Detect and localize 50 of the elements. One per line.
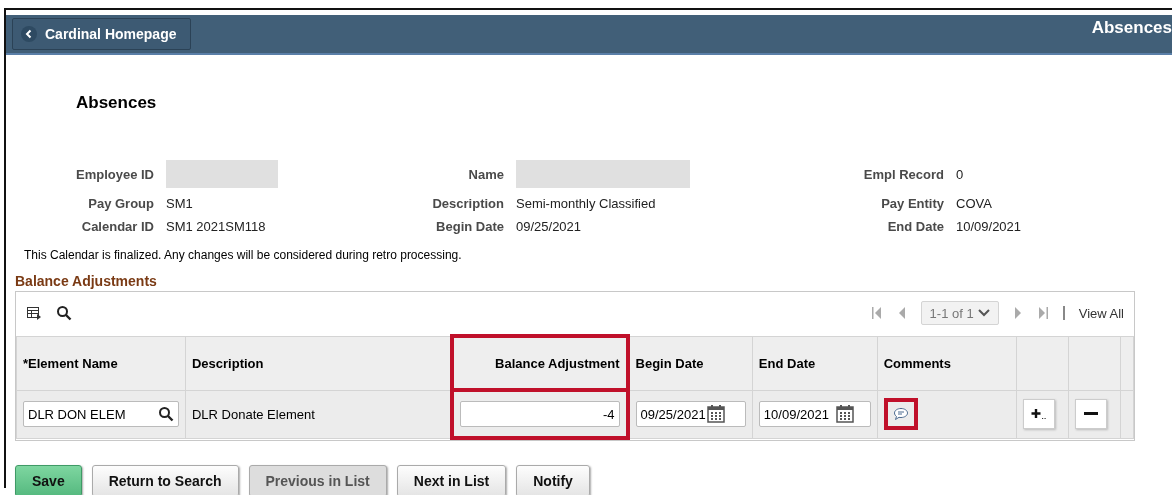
back-button[interactable]: Cardinal Homepage bbox=[12, 18, 192, 50]
action-button[interactable]: Notify bbox=[516, 465, 590, 495]
field-value: SM1 2021SM118 bbox=[166, 219, 266, 234]
field-value: SM1 bbox=[166, 196, 193, 211]
balance-adjustment-field[interactable]: -4 bbox=[459, 401, 620, 427]
action-button[interactable]: Return to Search bbox=[91, 465, 239, 495]
field-label: Employee ID bbox=[74, 166, 155, 182]
minus-icon bbox=[1084, 412, 1098, 416]
action-button[interactable]: Next in List bbox=[396, 465, 507, 495]
field-label: Empl Record bbox=[862, 166, 945, 182]
table-cell: DLR Donate Element bbox=[185, 390, 452, 438]
header-title: Absences bbox=[1091, 18, 1172, 38]
field-label: Begin Date bbox=[435, 219, 505, 234]
field-label: Pay Group bbox=[87, 196, 155, 211]
field-value: 10/09/2021 bbox=[956, 219, 1022, 234]
notice-text: This Calendar is finalized. Any changes will be considered during retro processing. bbox=[24, 248, 462, 262]
page-title: Absences bbox=[76, 93, 157, 113]
element-name-field[interactable]: DLR DON ELEM bbox=[23, 401, 179, 427]
plus-icon bbox=[1031, 407, 1048, 421]
field-label: Description bbox=[431, 196, 505, 211]
column-header: Comments bbox=[877, 336, 1017, 390]
section-title: Balance Adjustments bbox=[15, 273, 158, 289]
field-value: COVA bbox=[956, 196, 992, 211]
delete-row-button[interactable] bbox=[1075, 399, 1107, 429]
field-label: Pay Entity bbox=[880, 196, 945, 211]
field-value: 09/25/2021 bbox=[516, 219, 582, 234]
column-header: Balance Adjustment bbox=[451, 336, 628, 390]
field-value: 0 bbox=[956, 166, 964, 182]
chevron-down-icon bbox=[977, 308, 990, 318]
column-header: Begin Date bbox=[627, 336, 753, 390]
field-label: End Date bbox=[886, 219, 945, 234]
lookup-icon[interactable] bbox=[157, 406, 174, 422]
add-row-button[interactable] bbox=[1023, 399, 1056, 429]
pager-dropdown[interactable]: 1-1 of 1 bbox=[920, 301, 999, 325]
end-date-field[interactable]: 10/09/2021 bbox=[758, 401, 871, 427]
chevron-left-icon bbox=[21, 26, 37, 42]
column-header: End Date bbox=[752, 336, 878, 390]
column-header: *Element Name bbox=[16, 336, 186, 390]
column-header: Description bbox=[185, 336, 452, 390]
field-value: Semi-monthly Classified bbox=[516, 196, 656, 211]
field-label: Calendar ID bbox=[80, 219, 155, 234]
calendar-icon[interactable] bbox=[834, 404, 855, 424]
view-all-link[interactable]: View All bbox=[1078, 305, 1124, 321]
speech-bubble-icon[interactable] bbox=[892, 407, 909, 421]
grid-settings-icon[interactable] bbox=[26, 305, 42, 321]
field-label: Name bbox=[467, 166, 505, 182]
begin-date-field[interactable]: 09/25/2021 bbox=[635, 401, 746, 427]
search-icon[interactable] bbox=[56, 305, 72, 321]
action-button[interactable]: Save bbox=[15, 465, 82, 495]
calendar-icon[interactable] bbox=[705, 404, 726, 424]
